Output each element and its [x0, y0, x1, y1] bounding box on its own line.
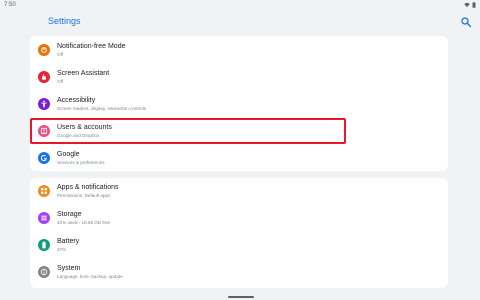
gesture-nav-handle[interactable] — [228, 296, 254, 298]
item-title: Screen Assistant — [57, 70, 110, 77]
item-subtitle: Off — [57, 79, 64, 84]
account-icon — [38, 125, 50, 137]
item-title: Storage — [57, 211, 82, 218]
item-subtitle: Off — [57, 52, 64, 57]
item-subtitle: Language, time, backup, update — [57, 274, 123, 279]
item-title: Google — [57, 151, 80, 158]
system-item[interactable]: System Language, time, backup, update — [30, 259, 448, 286]
page-title: Settings — [48, 16, 81, 26]
item-subtitle: 37% — [57, 247, 67, 252]
screen-assistant-item[interactable]: Screen Assistant Off — [30, 64, 448, 91]
battery-item[interactable]: Battery 37% — [30, 232, 448, 259]
item-subtitle: Google and Dropbox — [57, 133, 100, 138]
item-subtitle: Permissions, Default apps — [57, 193, 111, 198]
item-title: Users & accounts — [57, 124, 112, 131]
status-time: 7:50 — [4, 1, 16, 8]
storage-item[interactable]: Storage 42% used - 18.55 GB free — [30, 205, 448, 232]
users-accounts-item[interactable]: Users & accounts Google and Dropbox — [30, 118, 448, 145]
status-icons — [464, 1, 476, 8]
wifi-icon — [464, 2, 470, 7]
info-icon — [38, 266, 50, 278]
search-button[interactable] — [460, 15, 472, 28]
search-icon — [461, 17, 472, 28]
settings-screen: 7:50 Settings Notification-free Mode Off — [0, 0, 480, 300]
moon-icon — [38, 44, 50, 56]
app-bar: Settings — [0, 9, 480, 35]
item-title: Accessibility — [57, 97, 96, 104]
google-item[interactable]: Google Services & preferences — [30, 145, 448, 172]
item-subtitle: 42% used - 18.55 GB free — [57, 220, 111, 225]
accessibility-item[interactable]: Accessibility Screen readers, display, i… — [30, 91, 448, 118]
item-title: System — [57, 265, 81, 272]
item-title: Notification-free Mode — [57, 43, 126, 50]
item-title: Battery — [57, 238, 80, 245]
storage-icon — [38, 212, 50, 224]
item-subtitle: Screen readers, display, interaction con… — [57, 106, 147, 111]
item-title: Apps & notifications — [57, 184, 119, 191]
battery-status-icon — [472, 1, 476, 8]
battery-icon — [38, 239, 50, 251]
google-icon — [38, 152, 50, 164]
apps-icon — [38, 185, 50, 197]
accessibility-icon — [38, 98, 50, 110]
settings-group-2: Apps & notifications Permissions, Defaul… — [30, 178, 448, 288]
apps-notifications-item[interactable]: Apps & notifications Permissions, Defaul… — [30, 178, 448, 205]
notification-free-mode-item[interactable]: Notification-free Mode Off — [30, 37, 448, 64]
status-bar: 7:50 — [0, 0, 480, 9]
item-subtitle: Services & preferences — [57, 160, 105, 165]
hand-icon — [38, 71, 50, 83]
settings-group-1: Notification-free Mode Off Screen Assist… — [30, 36, 448, 171]
